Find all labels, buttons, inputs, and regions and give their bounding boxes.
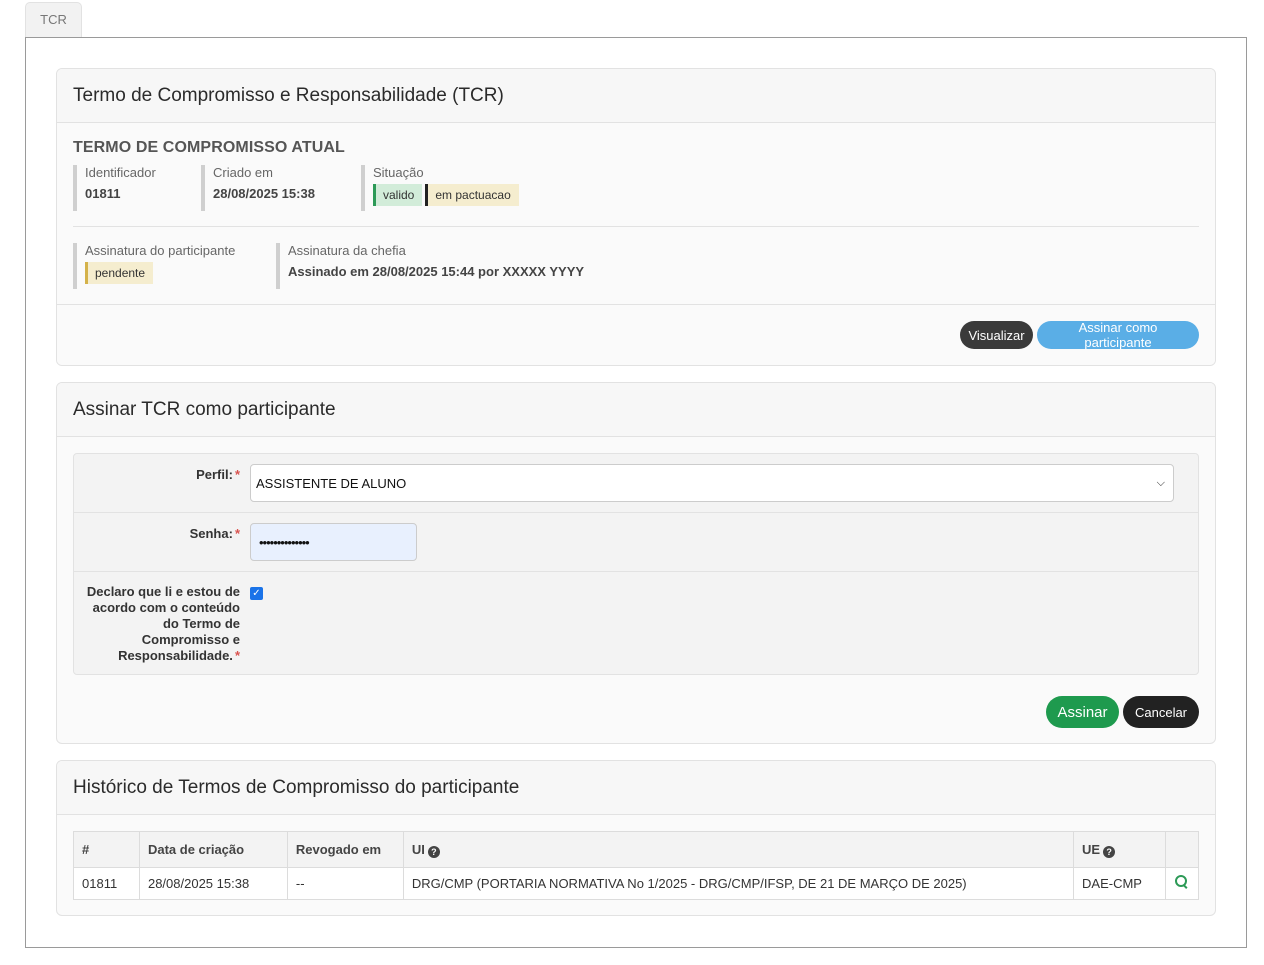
- senha-input[interactable]: ••••••••••••••: [250, 523, 417, 561]
- declaro-label: Declaro que li e estou de acordo com o c…: [86, 584, 240, 663]
- identificador-field: Identificador 01811: [73, 165, 156, 211]
- perfil-selected-value: ASSISTENTE DE ALUNO: [256, 475, 407, 491]
- identificador-label: Identificador: [85, 165, 156, 180]
- row-ue: DAE-CMP: [1073, 867, 1166, 900]
- col-id: #: [73, 831, 140, 868]
- col-data-criacao: Data de criação: [138, 831, 288, 868]
- criado-em-field: Criado em 28/08/2025 15:38: [201, 165, 315, 211]
- tab-tcr[interactable]: TCR: [25, 2, 82, 38]
- declaro-row: Declaro que li e estou de acordo com o c…: [74, 572, 1198, 675]
- assinatura-participante-field: Assinatura do participante pendente: [73, 243, 235, 289]
- col-revogado-em: Revogado em: [286, 831, 404, 868]
- situacao-label: Situação: [373, 165, 424, 180]
- help-icon[interactable]: ?: [427, 845, 440, 858]
- status-badge-pendente: pendente: [85, 262, 154, 284]
- sign-card: Assinar TCR como participante Perfil: * A…: [56, 382, 1216, 744]
- perfil-select[interactable]: ASSISTENTE DE ALUNO ⌵: [250, 464, 1174, 502]
- declaro-checkbox[interactable]: ✓: [250, 587, 263, 600]
- assinatura-chefia-field: Assinatura da chefia Assinado em 28/08/2…: [276, 243, 584, 289]
- tcr-card: Termo de Compromisso e Responsabilidade …: [56, 68, 1216, 366]
- divider: [73, 226, 1199, 227]
- perfil-row: Perfil: * ASSISTENTE DE ALUNO ⌵: [74, 454, 1198, 513]
- row-view-cell: [1164, 867, 1200, 900]
- row-id: 01811: [73, 867, 140, 900]
- status-badge-valido: valido: [373, 184, 423, 206]
- identificador-value: 01811: [85, 186, 121, 201]
- senha-row: Senha: * ••••••••••••••: [74, 513, 1198, 572]
- search-icon[interactable]: [1174, 875, 1189, 889]
- tcr-card-title: Termo de Compromisso e Responsabilidade …: [57, 69, 1215, 123]
- situacao-field: Situação valido em pactuacao: [361, 165, 519, 211]
- history-table: # Data de criação Revogado em UI? UE? 01…: [73, 831, 1200, 900]
- col-ui: UI?: [402, 831, 1075, 868]
- chevron-down-icon: ⌵: [1156, 477, 1165, 489]
- assinar-button[interactable]: Assinar: [1046, 696, 1119, 728]
- row-revogado-em: --: [286, 867, 404, 900]
- sign-card-title: Assinar TCR como participante: [57, 383, 1215, 437]
- assinatura-participante-label: Assinatura do participante: [85, 243, 236, 258]
- row-data-criacao: 28/08/2025 15:38: [138, 867, 288, 900]
- criado-em-label: Criado em: [213, 165, 273, 180]
- history-card: Histórico de Termos de Compromisso do pa…: [56, 760, 1216, 916]
- current-term-heading: TERMO DE COMPROMISSO ATUAL: [73, 139, 345, 156]
- history-card-title: Histórico de Termos de Compromisso do pa…: [57, 761, 1215, 815]
- help-icon[interactable]: ?: [1103, 845, 1116, 858]
- table-row: 01811 28/08/2025 15:38 -- DRG/CMP (PORTA…: [73, 867, 1200, 900]
- senha-label: Senha: *: [189, 526, 240, 541]
- table-header-row: # Data de criação Revogado em UI? UE?: [73, 831, 1200, 868]
- assinar-como-participante-button[interactable]: Assinar como participante: [1037, 320, 1199, 350]
- criado-em-value: 28/08/2025 15:38: [213, 186, 315, 201]
- assinatura-chefia-value: Assinado em 28/08/2025 15:44 por XXXXX Y…: [288, 264, 585, 279]
- col-actions: [1164, 831, 1200, 868]
- sign-form: Perfil: * ASSISTENTE DE ALUNO ⌵ Senha: * •…: [73, 453, 1199, 675]
- check-icon: ✓: [252, 587, 261, 599]
- status-badge-pactuacao: em pactuacao: [425, 184, 519, 206]
- tcr-card-footer: Visualizar Assinar como participante: [57, 304, 1215, 365]
- tab-content: Termo de Compromisso e Responsabilidade …: [25, 37, 1247, 948]
- col-ue: UE?: [1073, 831, 1166, 868]
- cancelar-button[interactable]: Cancelar: [1123, 696, 1199, 728]
- visualizar-button[interactable]: Visualizar: [960, 321, 1033, 349]
- assinatura-chefia-label: Assinatura da chefia: [288, 243, 406, 258]
- tab-tcr-label: TCR: [40, 12, 67, 27]
- perfil-label: Perfil: *: [196, 467, 240, 482]
- row-ui: DRG/CMP (PORTARIA NORMATIVA No 1/2025 - …: [402, 867, 1075, 900]
